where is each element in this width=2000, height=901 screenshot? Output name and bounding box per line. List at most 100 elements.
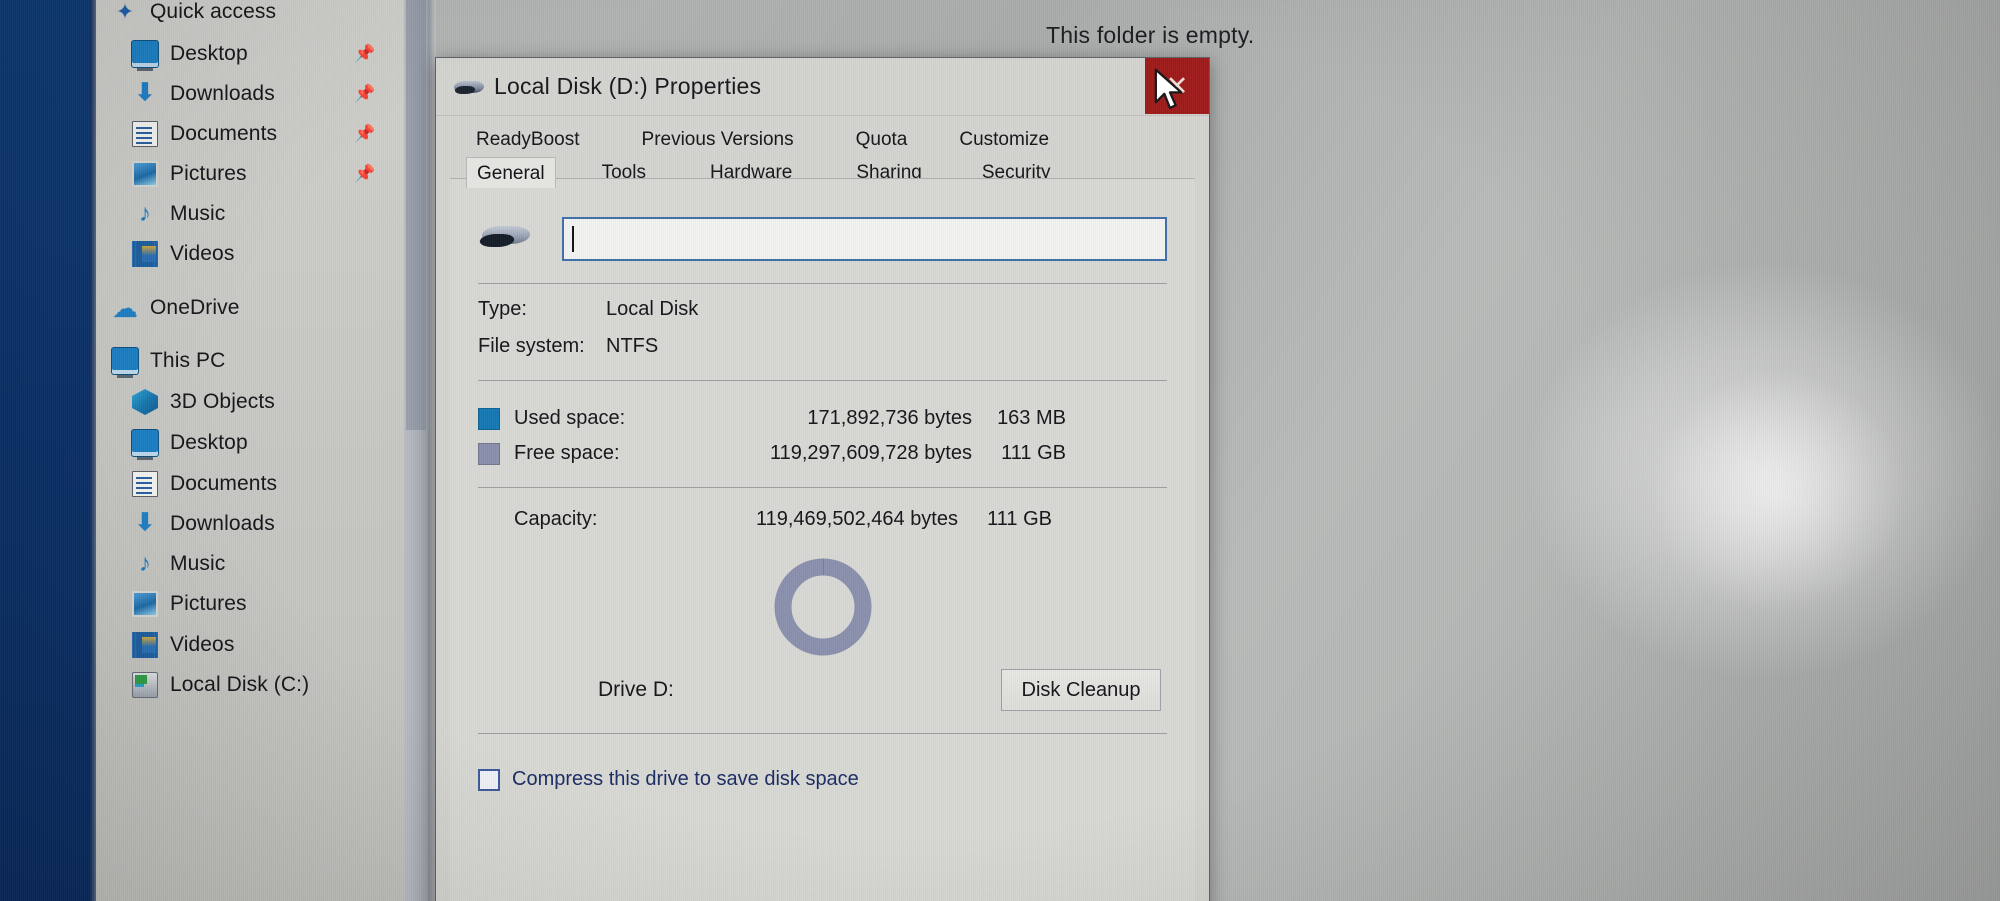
music-note-icon: ♪: [138, 200, 152, 227]
compress-drive-row[interactable]: Compress this drive to save disk space: [478, 768, 1167, 791]
sidebar-item-quick-access[interactable]: ✦ Quick access: [96, 0, 404, 32]
divider: [478, 487, 1167, 488]
pin-icon[interactable]: 📌: [354, 45, 375, 63]
sidebar-item-documents-qa[interactable]: Documents 📌: [96, 114, 404, 154]
used-space-label: Used space:: [514, 407, 626, 429]
music-note-icon: ♪: [138, 550, 152, 577]
dialog-title: Local Disk (D:) Properties: [494, 73, 762, 99]
sidebar-item-label: OneDrive: [150, 296, 240, 319]
tab-previous-versions[interactable]: Previous Versions: [632, 124, 804, 155]
divider: [478, 283, 1167, 284]
sidebar-item-documents[interactable]: Documents: [96, 464, 404, 504]
used-space-color-swatch: [478, 407, 500, 430]
disk-cleanup-button[interactable]: Disk Cleanup: [1001, 669, 1161, 711]
free-space-row: Free space: 119,297,609,728 bytes 111 GB: [478, 442, 1167, 465]
disk-properties-dialog: Local Disk (D:) Properties ✕ ReadyBoost …: [435, 57, 1210, 901]
close-icon[interactable]: ✕: [1145, 58, 1209, 114]
drive-footer-row: Drive D: Disk Cleanup: [478, 669, 1167, 711]
sidebar-item-local-disk-c[interactable]: Local Disk (C:): [96, 665, 404, 705]
sidebar-item-label: Desktop: [170, 42, 248, 65]
nav-pane-scrollbar[interactable]: [404, 0, 428, 901]
sidebar-item-videos-qa[interactable]: Videos: [96, 234, 404, 274]
volume-label-row: [477, 217, 1167, 261]
tab-readyboost[interactable]: ReadyBoost: [466, 124, 590, 155]
download-icon: ⬇: [134, 509, 156, 536]
sidebar-item-pictures[interactable]: Pictures: [96, 584, 404, 624]
tab-customize[interactable]: Customize: [949, 124, 1059, 155]
sidebar-item-label: Local Disk (C:): [170, 673, 310, 696]
text-caret: [572, 226, 574, 252]
sidebar-item-label: Music: [170, 202, 226, 225]
picture-icon: [132, 161, 158, 187]
cloud-icon: ☁: [112, 293, 139, 323]
hard-disk-icon: [477, 220, 534, 258]
general-tab-panel: Type: Local Disk File system: NTFS Used …: [450, 178, 1195, 901]
pin-icon[interactable]: 📌: [354, 165, 375, 183]
sidebar-item-this-pc[interactable]: This PC: [96, 341, 404, 381]
filesystem-value: NTFS: [606, 335, 659, 357]
sidebar-item-label: Documents: [170, 472, 278, 495]
tab-general[interactable]: General: [466, 157, 556, 188]
type-value: Local Disk: [606, 298, 699, 320]
free-space-bytes: 119,297,609,728 bytes: [769, 442, 972, 464]
folder-empty-message: This folder is empty.: [1046, 22, 1255, 48]
sidebar-item-music-qa[interactable]: ♪ Music: [96, 194, 404, 234]
video-icon: [132, 241, 158, 267]
divider: [478, 380, 1167, 381]
sidebar-item-label: Quick access: [150, 0, 277, 23]
compress-drive-checkbox[interactable]: [478, 768, 500, 791]
tab-row-top: ReadyBoost Previous Versions Quota Custo…: [452, 122, 1209, 155]
type-row: Type: Local Disk: [478, 298, 1167, 321]
capacity-bytes: 119,469,502,464 bytes: [755, 508, 958, 530]
compress-drive-label: Compress this drive to save disk space: [512, 768, 859, 790]
capacity-pie-chart: [478, 553, 1167, 661]
sidebar-item-videos[interactable]: Videos: [96, 625, 404, 665]
capacity-label: Capacity:: [514, 508, 598, 530]
sidebar-item-pictures-qa[interactable]: Pictures 📌: [96, 154, 404, 194]
pin-icon[interactable]: 📌: [354, 85, 375, 103]
volume-label-input[interactable]: [562, 217, 1167, 261]
sidebar-item-label: Pictures: [170, 592, 247, 615]
desktop-icon: [132, 430, 158, 460]
nav-pane-scrollbar-thumb[interactable]: [406, 0, 426, 430]
used-space-human: 163 MB: [997, 407, 1066, 429]
space-usage-block: Used space: 171,892,736 bytes 163 MB Fre…: [478, 407, 1167, 465]
sidebar-item-label: Downloads: [170, 512, 275, 535]
sidebar-item-onedrive[interactable]: ☁ OneDrive: [96, 288, 404, 328]
sidebar-item-label: Pictures: [170, 162, 247, 185]
navigation-pane: ✦ Quick access Desktop 📌 ⬇ Downloads 📌 D…: [96, 0, 406, 901]
download-icon: ⬇: [134, 79, 156, 106]
hard-disk-icon: [453, 77, 485, 97]
sidebar-item-downloads[interactable]: ⬇ Downloads: [96, 504, 404, 544]
sidebar-item-desktop-qa[interactable]: Desktop 📌: [96, 34, 404, 74]
sidebar-item-label: Videos: [170, 633, 235, 656]
star-pin-icon: ✦: [115, 0, 135, 24]
pin-icon[interactable]: 📌: [354, 125, 375, 143]
capacity-donut-svg: [774, 558, 871, 656]
filesystem-row: File system: NTFS: [478, 335, 1167, 358]
sidebar-item-desktop[interactable]: Desktop: [96, 423, 404, 463]
dialog-title-bar[interactable]: Local Disk (D:) Properties ✕: [436, 58, 1209, 116]
sidebar-item-label: Downloads: [170, 82, 275, 105]
sidebar-item-label: Music: [170, 552, 226, 575]
free-space-label: Free space:: [514, 442, 620, 464]
divider: [478, 733, 1167, 734]
desktop-background: [0, 0, 96, 901]
filesystem-label: File system:: [478, 335, 585, 357]
monitor-icon: [112, 348, 138, 378]
used-space-bytes: 171,892,736 bytes: [807, 407, 972, 429]
picture-icon: [132, 591, 158, 617]
sidebar-item-label: Videos: [170, 242, 235, 265]
sidebar-item-3d-objects[interactable]: 3D Objects: [96, 382, 404, 422]
free-space-color-swatch: [478, 442, 500, 465]
sidebar-item-label: Documents: [170, 122, 278, 145]
tab-quota[interactable]: Quota: [846, 124, 918, 155]
sidebar-item-music[interactable]: ♪ Music: [96, 544, 404, 584]
document-icon: [132, 471, 158, 497]
used-space-row: Used space: 171,892,736 bytes 163 MB: [478, 407, 1167, 430]
capacity-row: Capacity: 119,469,502,464 bytes 111 GB: [478, 508, 1167, 531]
sidebar-item-label: Desktop: [170, 431, 248, 454]
sidebar-item-label: 3D Objects: [170, 390, 275, 413]
desktop-icon: [132, 41, 158, 71]
sidebar-item-downloads-qa[interactable]: ⬇ Downloads 📌: [96, 74, 404, 114]
